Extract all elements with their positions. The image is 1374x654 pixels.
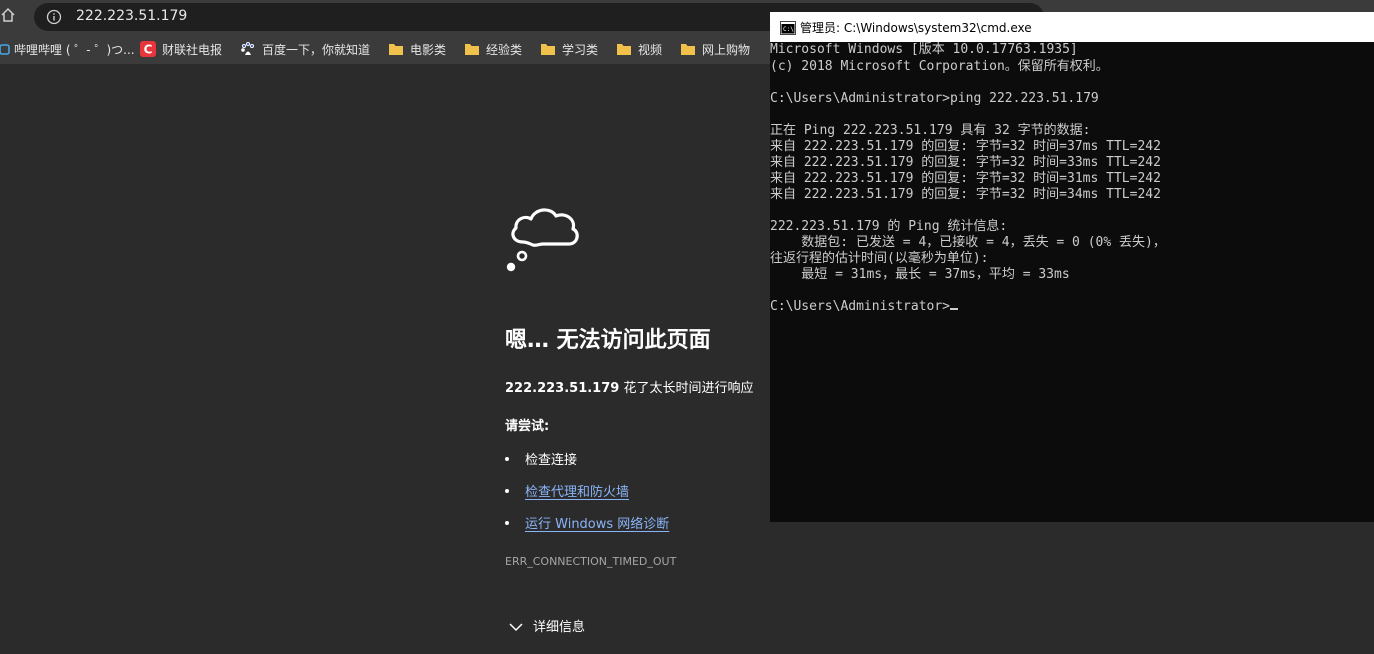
suggestion-check-connection: 检查连接: [505, 449, 577, 468]
folder-icon: [680, 41, 696, 57]
bookmark-baidu[interactable]: 百度一下，你就知道: [240, 40, 370, 58]
folder-icon: [388, 41, 404, 57]
console-prompt-line[interactable]: C:\Users\Administrator>: [770, 299, 959, 315]
bookmark-label: 哔哩哔哩 ( ゜- ゜)つ...: [14, 42, 135, 57]
bookmark-folder-shopping[interactable]: 网上购物: [680, 40, 750, 58]
suggestion-proxy-firewall: 检查代理和防火墙: [505, 481, 629, 500]
bookmark-label: 学习类: [562, 42, 599, 57]
home-icon[interactable]: [0, 6, 20, 28]
folder-icon: [540, 41, 556, 57]
error-host: 222.223.51.179: [505, 381, 620, 396]
try-heading: 请尝试:: [505, 419, 550, 434]
cmd-icon: C:\: [780, 20, 796, 35]
bookmark-label: 百度一下，你就知道: [262, 42, 371, 57]
svg-text:C: C: [144, 43, 153, 57]
bookmark-label: 电影类: [410, 42, 447, 57]
network-diagnostics-link[interactable]: 运行 Windows 网络诊断: [525, 513, 669, 532]
info-icon[interactable]: [46, 9, 62, 25]
cmd-window[interactable]: C:\ 管理员: C:\Windows\system32\cmd.exe Mic…: [770, 12, 1374, 522]
console-line: 来自 222.223.51.179 的回复: 字节=32 时间=34ms TTL…: [770, 187, 1161, 202]
folder-icon: [464, 41, 480, 57]
cmd-titlebar[interactable]: C:\ 管理员: C:\Windows\system32\cmd.exe: [770, 12, 1374, 42]
error-title: 嗯… 无法访问此页面: [505, 328, 711, 353]
console-line: 往返行程的估计时间(以毫秒为单位):: [770, 251, 989, 266]
url-text[interactable]: 222.223.51.179: [76, 8, 187, 24]
console-line: 来自 222.223.51.179 的回复: 字节=32 时间=33ms TTL…: [770, 155, 1161, 170]
error-subtitle-text: 花了太长时间进行响应: [619, 381, 754, 396]
cmd-console[interactable]: Microsoft Windows [版本 10.0.17763.1935] (…: [770, 42, 1374, 522]
details-label: 详细信息: [533, 620, 586, 635]
bookmark-folder-video[interactable]: 视频: [616, 40, 662, 58]
bullet: [505, 456, 509, 461]
bookmark-label: 网上购物: [702, 42, 751, 57]
bullet: [505, 488, 509, 493]
bilibili-icon: [0, 41, 10, 57]
baidu-icon: [240, 41, 256, 57]
console-line: C:\Users\Administrator>ping 222.223.51.1…: [770, 91, 1099, 106]
proxy-firewall-link[interactable]: 检查代理和防火墙: [525, 481, 629, 500]
console-line: 来自 222.223.51.179 的回复: 字节=32 时间=31ms TTL…: [770, 171, 1161, 186]
bookmark-bilibili[interactable]: 哔哩哔哩 ( ゜- ゜)つ...: [0, 40, 135, 58]
console-line: 222.223.51.179 的 Ping 统计信息:: [770, 219, 1008, 234]
bullet: [505, 520, 509, 525]
suggestion-text: 检查连接: [525, 453, 578, 468]
console-line: (c) 2018 Microsoft Corporation。保留所有权利。: [770, 59, 1109, 74]
error-code: ERR_CONNECTION_TIMED_OUT: [505, 555, 677, 568]
bookmark-folder-study[interactable]: 学习类: [540, 40, 598, 58]
cls-icon: C: [140, 41, 156, 57]
svg-text:C:\: C:\: [783, 26, 794, 33]
bookmark-label: 视频: [638, 42, 663, 57]
console-line: 最短 = 31ms，最长 = 37ms，平均 = 33ms: [770, 267, 1070, 282]
error-subtitle: 222.223.51.179 花了太长时间进行响应: [505, 377, 753, 396]
folder-icon: [616, 41, 632, 57]
console-line: 正在 Ping 222.223.51.179 具有 32 字节的数据:: [770, 123, 1091, 138]
text-cursor: [950, 308, 959, 310]
bookmark-folder-movies[interactable]: 电影类: [388, 40, 446, 58]
bookmark-label: 经验类: [486, 42, 523, 57]
offline-cloud-icon: [503, 200, 583, 275]
bookmark-label: 财联社电报: [162, 42, 223, 57]
details-toggle[interactable]: 详细信息: [509, 616, 585, 635]
chevron-down-icon: [509, 621, 523, 631]
console-line: Microsoft Windows [版本 10.0.17763.1935]: [770, 42, 1078, 57]
console-line: 来自 222.223.51.179 的回复: 字节=32 时间=37ms TTL…: [770, 139, 1161, 154]
console-line: 数据包: 已发送 = 4，已接收 = 4，丢失 = 0 (0% 丢失)，: [770, 235, 1166, 250]
suggestion-network-diagnostics: 运行 Windows 网络诊断: [505, 513, 669, 532]
cmd-title: 管理员: C:\Windows\system32\cmd.exe: [800, 21, 1032, 35]
console-prompt: C:\Users\Administrator>: [770, 299, 951, 314]
bookmark-folder-experience[interactable]: 经验类: [464, 40, 522, 58]
bookmark-cls[interactable]: C 财联社电报: [140, 40, 222, 58]
